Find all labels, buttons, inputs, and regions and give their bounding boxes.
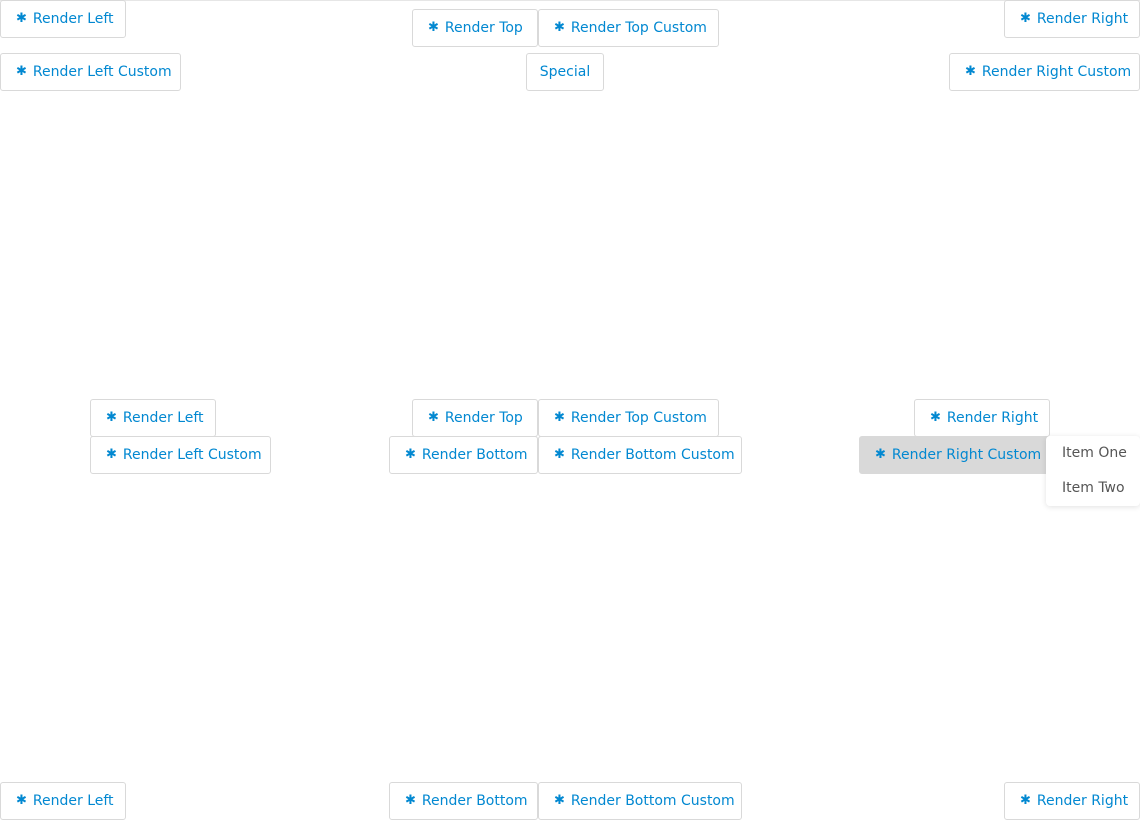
button-label: Render Left — [32, 11, 114, 27]
render-right-button-top[interactable]: ✱ Render Right — [1004, 0, 1140, 38]
button-label: Render Top — [444, 20, 523, 36]
button-label: Special — [539, 64, 591, 80]
asterisk-icon: ✱ — [965, 64, 976, 79]
button-label: Render Left Custom — [32, 64, 172, 80]
asterisk-icon: ✱ — [106, 410, 117, 425]
button-label: Render Left — [32, 793, 114, 809]
button-label: Render Bottom Custom — [570, 447, 735, 463]
render-top-custom-button-top[interactable]: ✱ Render Top Custom — [538, 9, 719, 47]
render-right-button-bottom[interactable]: ✱ Render Right — [1004, 782, 1140, 820]
render-right-custom-button-top[interactable]: ✱ Render Right Custom — [949, 53, 1140, 91]
render-left-button-top[interactable]: ✱ Render Left — [0, 0, 126, 38]
render-left-button-bottom[interactable]: ✱ Render Left — [0, 782, 126, 820]
asterisk-icon: ✱ — [554, 410, 565, 425]
button-label: Render Left Custom — [122, 447, 262, 463]
render-right-button-middle[interactable]: ✱ Render Right — [914, 399, 1050, 437]
asterisk-icon: ✱ — [875, 447, 886, 462]
menu-item-two[interactable]: Item Two — [1046, 471, 1140, 506]
asterisk-icon: ✱ — [1020, 11, 1031, 26]
special-button[interactable]: Special — [526, 53, 604, 91]
button-label: Render Right — [1036, 793, 1129, 809]
button-label: Render Bottom Custom — [570, 793, 735, 809]
button-label: Render Right Custom — [981, 64, 1132, 80]
render-top-custom-button-middle[interactable]: ✱ Render Top Custom — [538, 399, 719, 437]
button-label: Render Right — [1036, 11, 1129, 27]
render-top-button-top[interactable]: ✱ Render Top — [412, 9, 538, 47]
button-label: Render Top Custom — [570, 20, 707, 36]
asterisk-icon: ✱ — [405, 793, 416, 808]
asterisk-icon: ✱ — [554, 447, 565, 462]
asterisk-icon: ✱ — [554, 20, 565, 35]
render-bottom-custom-button-middle[interactable]: ✱ Render Bottom Custom — [538, 436, 742, 474]
render-right-custom-button-middle[interactable]: ✱ Render Right Custom — [859, 436, 1050, 474]
button-label: Render Top — [444, 410, 523, 426]
asterisk-icon: ✱ — [1020, 793, 1031, 808]
asterisk-icon: ✱ — [106, 447, 117, 462]
asterisk-icon: ✱ — [930, 410, 941, 425]
menu-item-one[interactable]: Item One — [1046, 436, 1140, 471]
asterisk-icon: ✱ — [428, 20, 439, 35]
render-top-button-middle[interactable]: ✱ Render Top — [412, 399, 538, 437]
render-bottom-button-middle[interactable]: ✱ Render Bottom — [389, 436, 538, 474]
dropdown-menu: Item One Item Two — [1046, 436, 1140, 506]
asterisk-icon: ✱ — [16, 11, 27, 26]
button-label: Render Right Custom — [891, 447, 1042, 463]
asterisk-icon: ✱ — [428, 410, 439, 425]
button-label: Render Top Custom — [570, 410, 707, 426]
render-bottom-custom-button-bottom[interactable]: ✱ Render Bottom Custom — [538, 782, 742, 820]
asterisk-icon: ✱ — [554, 793, 565, 808]
render-left-button-middle[interactable]: ✱ Render Left — [90, 399, 216, 437]
render-left-custom-button-middle[interactable]: ✱ Render Left Custom — [90, 436, 271, 474]
button-label: Render Bottom — [421, 793, 528, 809]
button-label: Render Bottom — [421, 447, 528, 463]
asterisk-icon: ✱ — [16, 793, 27, 808]
asterisk-icon: ✱ — [16, 64, 27, 79]
render-bottom-button-bottom[interactable]: ✱ Render Bottom — [389, 782, 538, 820]
top-divider — [0, 0, 1140, 1]
button-label: Render Right — [946, 410, 1039, 426]
render-left-custom-button-top[interactable]: ✱ Render Left Custom — [0, 53, 181, 91]
button-label: Render Left — [122, 410, 204, 426]
asterisk-icon: ✱ — [405, 447, 416, 462]
